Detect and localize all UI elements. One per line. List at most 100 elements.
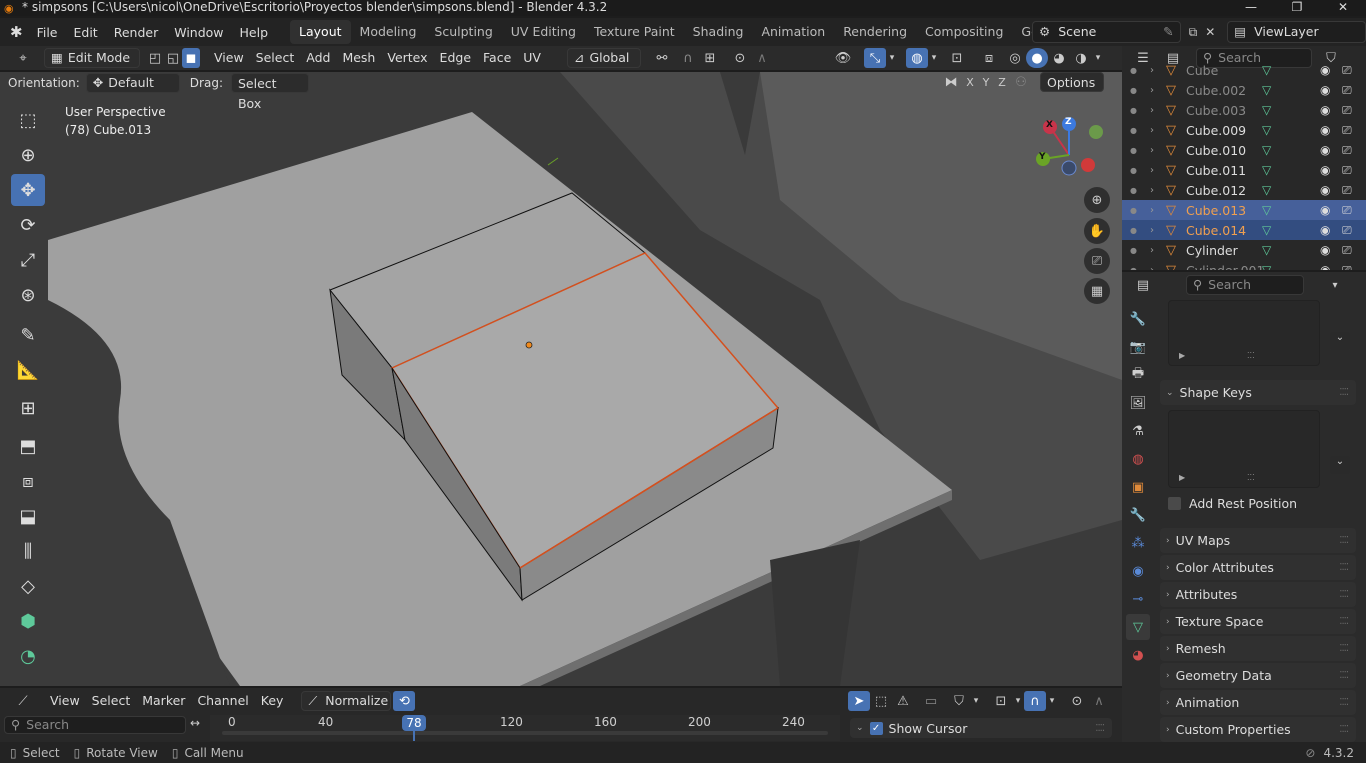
menu-add[interactable]: Add	[300, 48, 336, 68]
mesh-data-icon[interactable]: ▽	[1262, 123, 1271, 137]
menu-render[interactable]: Render	[106, 25, 167, 40]
tab-animation[interactable]: Animation	[752, 20, 834, 44]
falloff-timeline-icon[interactable]: ∧	[1088, 691, 1110, 711]
menu-select[interactable]: Select	[250, 48, 301, 68]
menu-edge[interactable]: Edge	[434, 48, 477, 68]
render-camera-icon[interactable]: ⎚	[1342, 223, 1352, 238]
errors-icon[interactable]: ⚠	[892, 691, 914, 711]
outliner-item[interactable]: ● › ▽ Cube.010 ▽ ◉ ⎚	[1122, 140, 1366, 160]
properties-editor-icon[interactable]: ▤	[1132, 275, 1154, 295]
timeline-menu-channel[interactable]: Channel	[191, 691, 254, 711]
render-camera-icon[interactable]: ⎚	[1342, 203, 1352, 218]
falloff-icon[interactable]: ∧	[751, 48, 773, 68]
visibility-eye-icon[interactable]: ◉	[1320, 263, 1330, 270]
mirror-z-toggle[interactable]: Z	[994, 72, 1010, 92]
render-camera-icon[interactable]: ⎚	[1342, 63, 1352, 78]
scene-selector[interactable]: ⚙ Scene ✎	[1032, 21, 1181, 43]
drag-grip-icon[interactable]: ⁚⁚⁚⁚	[1339, 670, 1349, 681]
mirror-y-toggle[interactable]: Y	[978, 72, 994, 92]
vertex-select-icon[interactable]: ◰	[146, 48, 164, 68]
orientation-dropdown[interactable]: ✥ Default	[85, 73, 180, 93]
expand-arrow-icon[interactable]: ▶	[1179, 351, 1185, 360]
list-dropdown-icon[interactable]: ⌄	[1330, 332, 1350, 350]
visibility-eye-icon[interactable]: ◉	[1320, 123, 1330, 137]
menu-help[interactable]: Help	[232, 25, 277, 40]
outliner-item[interactable]: ● › ▽ Cylinder.001 ▽ ◉ ⎚	[1122, 260, 1366, 271]
expand-arrow-icon[interactable]: ›	[1150, 85, 1154, 96]
tab-shading[interactable]: Shading	[684, 20, 753, 44]
visibility-eye-icon[interactable]: ◉	[1320, 63, 1330, 77]
transform-icon[interactable]: ⊛	[11, 279, 45, 311]
scene-tab-icon[interactable]: ⚗	[1126, 418, 1150, 444]
physics-tab-icon[interactable]: ◉	[1126, 558, 1150, 584]
pivot-timeline-icon[interactable]: ⊡	[990, 691, 1012, 711]
visibility-eye-icon[interactable]: ◉	[1320, 103, 1330, 117]
menu-file[interactable]: File	[29, 25, 66, 40]
property-panel[interactable]: › Remesh ⁚⁚⁚⁚	[1160, 636, 1356, 661]
filter-dropdown-icon[interactable]: ▾	[970, 691, 982, 711]
tab-uv-editing[interactable]: UV Editing	[502, 20, 585, 44]
drag-grip-icon[interactable]: ⁚⁚⁚⁚	[1339, 724, 1349, 735]
move-icon[interactable]: ✥	[11, 174, 45, 206]
loop-cut-icon[interactable]: ⫼	[11, 535, 45, 567]
mirror-x-toggle[interactable]: X	[962, 72, 978, 92]
overlay-dropdown-icon[interactable]: ▾	[928, 48, 940, 68]
modifier-tab-icon[interactable]: 🔧	[1126, 502, 1150, 528]
tab-rendering[interactable]: Rendering	[834, 20, 916, 44]
property-panel[interactable]: › Animation ⁚⁚⁚⁚	[1160, 690, 1356, 715]
delete-scene-icon[interactable]: ✕	[1205, 25, 1215, 39]
tab-modeling[interactable]: Modeling	[351, 20, 426, 44]
extrude-icon[interactable]: ⬒	[11, 430, 45, 462]
snap-dropdown-icon[interactable]: ▾	[1046, 691, 1058, 711]
visibility-eye-icon[interactable]: ◉	[1320, 203, 1330, 217]
outliner-item[interactable]: ● › ▽ Cube.013 ▽ ◉ ⎚	[1122, 200, 1366, 220]
drag-grip-icon[interactable]: ⁚⁚⁚⁚	[1339, 643, 1349, 654]
ortho-grid-icon[interactable]: ▦	[1084, 278, 1110, 304]
drag-grip-icon[interactable]: ⁚⁚⁚⁚	[1339, 535, 1349, 546]
playhead[interactable]: 78	[402, 715, 426, 731]
pivot-dropdown-icon[interactable]: ▾	[1012, 691, 1024, 711]
snap-icon[interactable]: ∩	[677, 48, 699, 68]
show-cursor-panel[interactable]: ⌄ ✓ Show Cursor ⁚⁚⁚⁚	[850, 718, 1112, 738]
mesh-overlay-icon[interactable]: ⊡	[946, 48, 968, 68]
maximize-icon[interactable]: ❐	[1274, 0, 1320, 16]
knife-icon[interactable]: ◇	[11, 570, 45, 602]
add-rest-position-checkbox[interactable]	[1168, 497, 1181, 510]
timeline-menu-key[interactable]: Key	[255, 691, 290, 711]
mesh-data-icon[interactable]: ▽	[1262, 183, 1271, 197]
outliner-item[interactable]: ● › ▽ Cube.009 ▽ ◉ ⎚	[1122, 120, 1366, 140]
timeline-menu-marker[interactable]: Marker	[136, 691, 191, 711]
property-panel[interactable]: › UV Maps ⁚⁚⁚⁚	[1160, 528, 1356, 553]
mesh-data-icon[interactable]: ▽	[1262, 103, 1271, 117]
view-layer-selector[interactable]: ▤ ViewLayer	[1227, 21, 1366, 43]
outliner-item[interactable]: ● › ▽ Cube.011 ▽ ◉ ⎚	[1122, 160, 1366, 180]
auto-merge-icon[interactable]: ⚇	[1010, 72, 1032, 92]
expand-arrow-icon[interactable]: ›	[1150, 145, 1154, 156]
expand-arrow-icon[interactable]: ›	[1150, 125, 1154, 136]
snap-target-icon[interactable]: ⊞	[699, 48, 721, 68]
xray-icon[interactable]: ⧈	[978, 48, 1000, 68]
render-camera-icon[interactable]: ⎚	[1342, 143, 1352, 158]
expand-arrow-icon[interactable]: ▶	[1179, 473, 1185, 482]
expand-arrow-icon[interactable]: ›	[1150, 265, 1154, 271]
menu-mesh[interactable]: Mesh	[336, 48, 381, 68]
expand-arrow-icon[interactable]: ›	[1150, 205, 1154, 216]
visibility-eye-icon[interactable]: ◉	[1320, 143, 1330, 157]
render-tab-icon[interactable]: 📷	[1126, 334, 1150, 360]
expand-arrow-icon[interactable]: ›	[1150, 65, 1154, 76]
outliner-item[interactable]: ● › ▽ Cylinder ▽ ◉ ⎚	[1122, 240, 1366, 260]
drag-dropdown[interactable]: Select Box	[230, 73, 309, 111]
timeline-search[interactable]: ⚲ Search	[4, 716, 186, 734]
tab-compositing[interactable]: Compositing	[916, 20, 1012, 44]
gizmo-dropdown-icon[interactable]: ▾	[886, 48, 898, 68]
overlay-toggle-icon[interactable]: ◍	[906, 48, 928, 68]
tab-texture-paint[interactable]: Texture Paint	[585, 20, 684, 44]
editor-type-icon[interactable]: ⌖	[12, 48, 34, 68]
property-panel[interactable]: › Texture Space ⁚⁚⁚⁚	[1160, 609, 1356, 634]
mesh-data-icon[interactable]: ▽	[1262, 243, 1271, 257]
select-box-icon[interactable]: ⬚	[11, 104, 45, 136]
face-select-icon[interactable]: ◼	[182, 48, 200, 68]
outliner-item[interactable]: ● › ▽ Cube.002 ▽ ◉ ⎚	[1122, 80, 1366, 100]
pan-hand-icon[interactable]: ✋	[1084, 218, 1110, 244]
timeline-editor-icon[interactable]: ⟋	[12, 691, 34, 711]
